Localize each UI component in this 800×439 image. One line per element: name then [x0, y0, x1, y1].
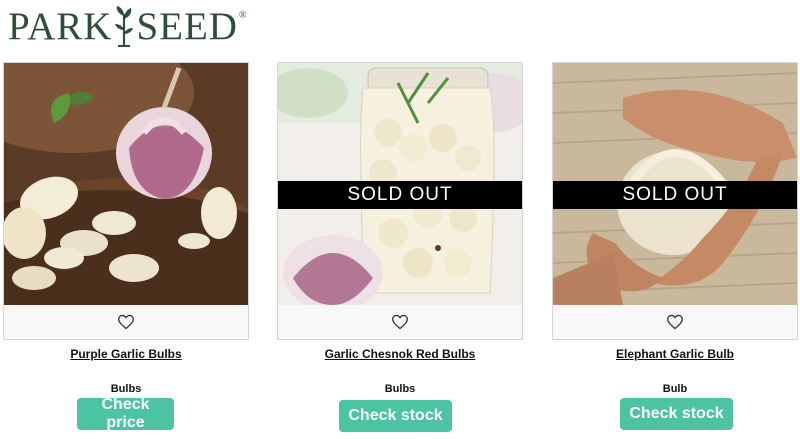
check-stock-button[interactable]: Check stock — [339, 400, 452, 432]
product-image-frame: SOLD OUT — [552, 62, 798, 340]
logo-text-seed: SEED — [136, 4, 238, 48]
product-photo[interactable] — [4, 63, 248, 305]
product-card: Purple Garlic Bulbs Bulbs Check price — [3, 62, 249, 431]
product-card: SOLD OUT Elephant Garlic Bulb Bulb Check… — [552, 62, 798, 430]
park-seed-logo[interactable]: PARK SEED ® — [8, 4, 248, 48]
heart-icon[interactable] — [117, 314, 135, 330]
product-image-frame: SOLD OUT — [277, 62, 523, 340]
product-form-label: Bulbs — [110, 383, 142, 395]
check-stock-button[interactable]: Check stock — [620, 398, 733, 430]
wishlist-row — [278, 305, 522, 339]
heart-icon[interactable] — [391, 314, 409, 330]
registered-mark: ® — [238, 10, 248, 21]
wishlist-row — [553, 305, 797, 339]
logo-text-park: PARK — [8, 4, 113, 48]
sold-out-banner: SOLD OUT — [553, 181, 797, 209]
heart-icon[interactable] — [666, 314, 684, 330]
sold-out-banner: SOLD OUT — [278, 181, 522, 209]
product-name-link[interactable]: Garlic Chesnok Red Bulbs — [277, 347, 523, 361]
product-form-label: Bulbs — [384, 383, 416, 395]
product-card: SOLD OUT Garlic Chesnok Red Bulbs Bulbs … — [277, 62, 523, 432]
product-name-link[interactable]: Purple Garlic Bulbs — [3, 347, 249, 361]
sprout-icon — [115, 6, 134, 47]
product-name-link[interactable]: Elephant Garlic Bulb — [552, 347, 798, 361]
wishlist-row — [4, 305, 248, 339]
product-form-label: Bulb — [662, 383, 688, 395]
product-image-frame — [3, 62, 249, 340]
check-price-button[interactable]: Check price — [77, 396, 174, 431]
